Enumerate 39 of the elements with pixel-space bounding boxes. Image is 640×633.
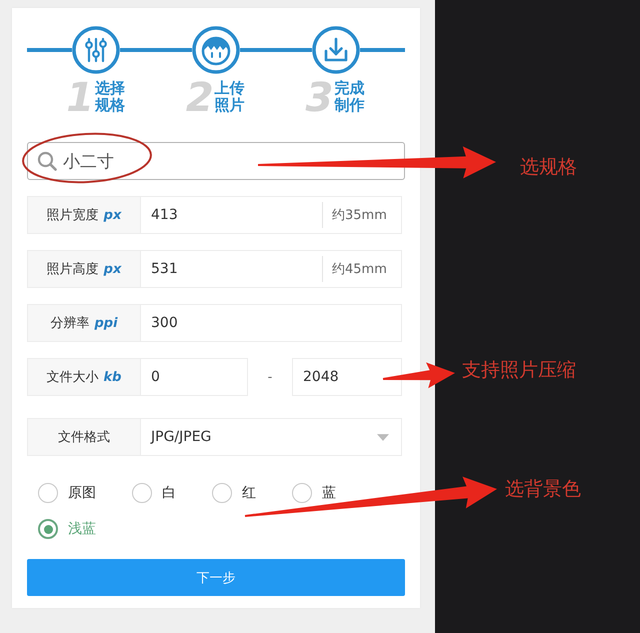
field-label: 分辨率 <box>50 315 90 332</box>
option-label[interactable]: 红 <box>242 484 256 502</box>
radio-button[interactable] <box>212 483 232 503</box>
step-connector <box>27 48 72 52</box>
option-label[interactable]: 蓝 <box>322 484 336 502</box>
field-label: 照片宽度 <box>46 207 99 224</box>
unit-label: px <box>104 262 122 276</box>
sliders-icon <box>72 26 120 74</box>
format-select[interactable]: JPG/JPEG <box>140 418 402 456</box>
step-connector <box>360 48 405 52</box>
annotation-label: 选规格 <box>520 155 577 179</box>
unit-label: ppi <box>94 316 118 330</box>
field-label: 文件格式 <box>58 429 110 446</box>
search-field[interactable]: 小二寸 <box>27 142 405 180</box>
unit-label: kb <box>104 370 122 384</box>
step-connector <box>240 48 312 52</box>
range-separator: - <box>266 368 274 386</box>
annotation-label: 支持照片压缩 <box>462 358 576 382</box>
option-label[interactable]: 原图 <box>68 484 96 502</box>
field-label: 照片高度 <box>46 261 99 278</box>
radio-button[interactable] <box>38 483 58 503</box>
search-icon <box>37 151 57 171</box>
max-size-input[interactable]: 2048 <box>292 358 402 396</box>
field-label: 文件大小 <box>46 369 99 386</box>
radio-button[interactable] <box>132 483 152 503</box>
min-size-input[interactable]: 0 <box>140 358 248 396</box>
download-icon <box>312 26 360 74</box>
radio-button[interactable] <box>38 519 58 539</box>
caret-icon <box>377 434 389 440</box>
step-connector <box>120 48 192 52</box>
step-label: 选择规格 <box>95 80 126 114</box>
step-label: 完成制作 <box>334 80 366 114</box>
value-input[interactable]: 300 <box>140 304 402 342</box>
option-label[interactable]: 白 <box>162 484 176 502</box>
annotation-label: 选背景色 <box>505 477 581 501</box>
unit-label: px <box>104 208 122 222</box>
step-label: 上传照片 <box>214 80 246 114</box>
face-icon <box>192 26 240 74</box>
radio-button[interactable] <box>292 483 312 503</box>
